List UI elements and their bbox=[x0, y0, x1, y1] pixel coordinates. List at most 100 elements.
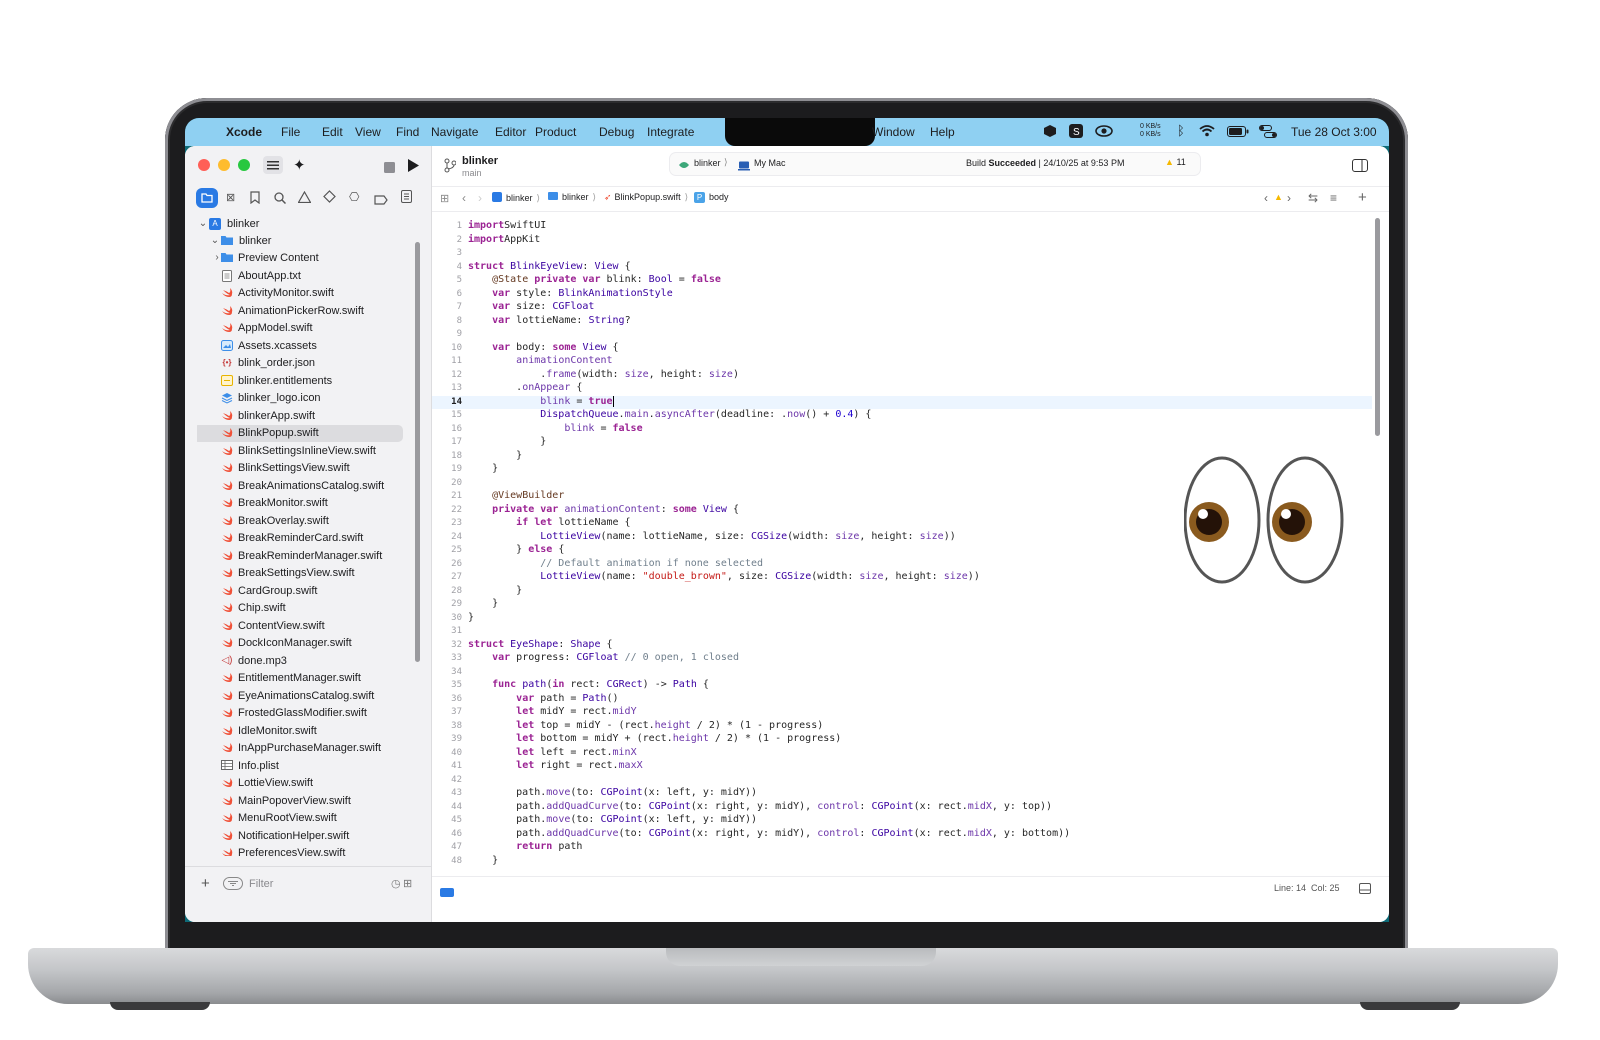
editor-options-icon[interactable]: ≡ bbox=[1330, 191, 1337, 205]
breadcrumb-item-folder[interactable]: blinker ⟩ bbox=[548, 192, 596, 203]
code-line[interactable]: let left = rect.minX bbox=[468, 747, 636, 758]
file-item[interactable]: BreakReminderManager.swift bbox=[197, 548, 417, 565]
code-line[interactable]: } bbox=[468, 855, 498, 866]
scheme-selector[interactable]: blinker bbox=[694, 158, 721, 168]
debug-area-toggle-icon[interactable] bbox=[440, 884, 454, 902]
file-item[interactable]: IdleMonitor.swift bbox=[197, 723, 417, 740]
code-line[interactable]: var lottieName: String? bbox=[468, 315, 631, 326]
source-control-tab-icon[interactable]: ⊠ bbox=[226, 191, 235, 204]
code-line[interactable]: LottieView(name: lottieName, size: CGSiz… bbox=[468, 531, 955, 542]
box-icon[interactable] bbox=[1043, 124, 1057, 141]
file-item[interactable]: ActivityMonitor.swift bbox=[197, 285, 417, 302]
related-items-icon[interactable]: ⊞ bbox=[440, 192, 449, 205]
code-line[interactable]: var progress: CGFloat // 0 open, 1 close… bbox=[468, 652, 739, 663]
warnings-badge[interactable]: ▲ 11 bbox=[1165, 157, 1186, 167]
code-line[interactable]: importSwiftUI bbox=[468, 220, 546, 231]
next-issue-icon[interactable]: › bbox=[1287, 191, 1291, 205]
code-line[interactable]: } bbox=[468, 598, 498, 609]
code-line[interactable]: .onAppear { bbox=[468, 382, 582, 393]
code-line[interactable]: private var animationContent: some View … bbox=[468, 504, 739, 515]
file-item[interactable]: › Preview Content bbox=[197, 250, 417, 267]
file-item[interactable]: NotificationHelper.swift bbox=[197, 828, 417, 845]
file-item[interactable]: Assets.xcassets bbox=[197, 338, 417, 355]
code-line[interactable]: } else { bbox=[468, 544, 564, 555]
menu-view[interactable]: View bbox=[355, 125, 381, 139]
file-item[interactable]: blinkerApp.swift bbox=[197, 408, 417, 425]
source-control-filter-icon[interactable]: ⊞ bbox=[403, 877, 412, 890]
back-arrow-icon[interactable]: ‹ bbox=[462, 191, 466, 205]
file-item[interactable]: BreakReminderCard.swift bbox=[197, 530, 417, 547]
code-line[interactable]: let top = midY - (rect.height / 2) * (1 … bbox=[468, 720, 823, 731]
code-line[interactable]: } bbox=[468, 463, 498, 474]
file-item[interactable]: {•} blink_order.json bbox=[197, 355, 417, 372]
menu-help[interactable]: Help bbox=[930, 125, 955, 139]
code-line[interactable]: importAppKit bbox=[468, 234, 540, 245]
report-tab-icon[interactable] bbox=[401, 190, 412, 208]
code-line[interactable]: struct BlinkEyeView: View { bbox=[468, 261, 631, 272]
code-line[interactable]: var path = Path() bbox=[468, 693, 618, 704]
navigator-toggle-icon[interactable] bbox=[263, 156, 283, 179]
code-line[interactable]: path.addQuadCurve(to: CGPoint(x: right, … bbox=[468, 828, 1070, 839]
control-center-icon[interactable] bbox=[1259, 125, 1277, 141]
code-line[interactable]: var size: CGFloat bbox=[468, 301, 594, 312]
file-item[interactable]: InAppPurchaseManager.swift bbox=[197, 740, 417, 757]
menu-navigate[interactable]: Navigate bbox=[431, 125, 478, 139]
chevron-down-icon[interactable]: ⌄ bbox=[209, 235, 221, 247]
stop-button[interactable] bbox=[384, 160, 395, 178]
code-line[interactable]: let right = rect.maxX bbox=[468, 760, 642, 771]
file-item[interactable]: DockIconManager.swift bbox=[197, 635, 417, 652]
file-item[interactable]: FrostedGlassModifier.swift bbox=[197, 705, 417, 722]
clock[interactable]: Tue 28 Oct 3:00 bbox=[1291, 125, 1377, 139]
menu-debug[interactable]: Debug bbox=[599, 125, 634, 139]
code-line[interactable]: @State private var blink: Bool = false bbox=[468, 274, 721, 285]
compare-icon[interactable]: ⇆ bbox=[1308, 191, 1318, 205]
recent-files-icon[interactable]: ◷ bbox=[391, 877, 401, 890]
file-item[interactable]: BreakMonitor.swift bbox=[197, 495, 417, 512]
issue-tab-icon[interactable] bbox=[297, 190, 312, 208]
file-item[interactable]: ContentView.swift bbox=[197, 618, 417, 635]
code-line[interactable]: // Default animation if none selected bbox=[468, 558, 763, 569]
zoom-window-button[interactable] bbox=[238, 159, 250, 171]
file-item[interactable]: blinker_logo.icon bbox=[197, 390, 417, 407]
file-item[interactable]: AppModel.swift bbox=[197, 320, 417, 337]
code-line[interactable]: blink = true bbox=[468, 395, 614, 407]
menu-find[interactable]: Find bbox=[396, 125, 419, 139]
file-item[interactable]: BlinkSettingsView.swift bbox=[197, 460, 417, 477]
code-line[interactable]: @ViewBuilder bbox=[468, 490, 564, 501]
code-line[interactable]: path.addQuadCurve(to: CGPoint(x: right, … bbox=[468, 801, 1052, 812]
menu-file[interactable]: File bbox=[281, 125, 300, 139]
file-item[interactable]: ◁) done.mp3 bbox=[197, 653, 417, 670]
tree-project-root[interactable]: ⌄ A blinker bbox=[197, 216, 417, 233]
code-line[interactable]: path.move(to: CGPoint(x: left, y: midY)) bbox=[468, 814, 757, 825]
debug-tab-icon[interactable]: ⎔ bbox=[349, 190, 359, 204]
file-item[interactable]: AboutApp.txt bbox=[197, 268, 417, 285]
code-line[interactable]: blink = false bbox=[468, 423, 642, 434]
file-item[interactable]: BreakOverlay.swift bbox=[197, 513, 417, 530]
file-item[interactable]: BlinkPopup.swift bbox=[197, 425, 403, 442]
code-line[interactable]: .frame(width: size, height: size) bbox=[468, 369, 739, 380]
menu-product[interactable]: Product bbox=[535, 125, 576, 139]
inspector-toggle-icon[interactable] bbox=[1352, 159, 1368, 177]
menu-integrate[interactable]: Integrate bbox=[647, 125, 694, 139]
menu-edit[interactable]: Edit bbox=[322, 125, 343, 139]
file-item[interactable]: Info.plist bbox=[197, 758, 417, 775]
eye-icon[interactable] bbox=[1095, 125, 1113, 140]
forward-arrow-icon[interactable]: › bbox=[478, 191, 482, 205]
code-line[interactable]: if let lottieName { bbox=[468, 517, 630, 528]
file-item[interactable]: EyeAnimationsCatalog.swift bbox=[197, 688, 417, 705]
code-line[interactable]: LottieView(name: "double_brown", size: C… bbox=[468, 571, 980, 582]
find-tab-icon[interactable] bbox=[274, 191, 287, 209]
breadcrumb-item-property[interactable]: Pbody bbox=[694, 192, 729, 203]
breakpoint-tab-icon[interactable] bbox=[374, 192, 388, 210]
code-line[interactable]: } bbox=[468, 450, 522, 461]
previous-issue-icon[interactable]: ‹ bbox=[1264, 191, 1268, 205]
sparkle-assistant-icon[interactable]: ✦ bbox=[293, 156, 306, 174]
code-line[interactable]: } bbox=[468, 585, 522, 596]
minimize-window-button[interactable] bbox=[218, 159, 230, 171]
code-line[interactable]: struct EyeShape: Shape { bbox=[468, 639, 613, 650]
code-line[interactable]: func path(in rect: CGRect) -> Path { bbox=[468, 679, 709, 690]
menu-window[interactable]: Window bbox=[872, 125, 915, 139]
issue-warning-icon[interactable]: ▲ bbox=[1274, 192, 1283, 202]
destination-selector[interactable]: My Mac bbox=[754, 158, 786, 168]
s-app-icon[interactable]: S bbox=[1069, 124, 1083, 141]
